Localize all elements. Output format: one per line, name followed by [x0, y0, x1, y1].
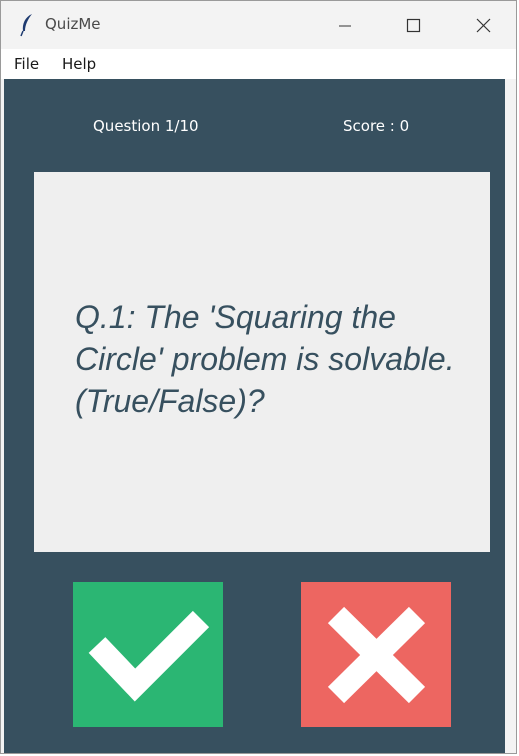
question-text: Q.1: The 'Squaring the Circle' problem i…: [75, 299, 455, 419]
maximize-icon: [406, 18, 421, 33]
score-label: Score : 0: [343, 117, 410, 135]
window-title: QuizMe: [45, 15, 101, 33]
minimize-button[interactable]: [315, 1, 375, 49]
title-bar[interactable]: QuizMe: [1, 1, 516, 49]
cross-icon: [327, 606, 426, 704]
menu-bar: File Help: [1, 49, 516, 79]
checkmark-icon: [88, 610, 210, 702]
menu-help[interactable]: Help: [62, 55, 96, 73]
close-icon: [476, 18, 491, 33]
true-button[interactable]: [73, 582, 223, 727]
minimize-icon: [339, 25, 351, 27]
question-counter: Question 1/10: [93, 117, 199, 135]
close-button[interactable]: [453, 1, 513, 49]
app-window: QuizMe File Help Question 1/10 Score : 0…: [0, 0, 517, 754]
quiz-panel: Question 1/10 Score : 0 Q.1: The 'Squari…: [4, 79, 505, 753]
maximize-button[interactable]: [383, 1, 443, 49]
feather-icon: [19, 13, 35, 37]
false-button[interactable]: [301, 582, 451, 727]
menu-file[interactable]: File: [14, 55, 39, 73]
question-card: Q.1: The 'Squaring the Circle' problem i…: [34, 172, 490, 552]
